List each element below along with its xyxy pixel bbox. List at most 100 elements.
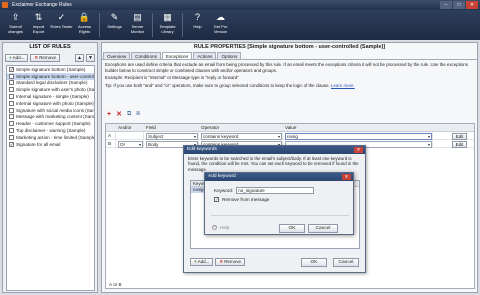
keyword-input[interactable]: no_signature (236, 187, 315, 194)
add-keyword-button[interactable]: + Add... (190, 258, 214, 266)
list-item[interactable]: Marketing action - time limited (Sample) (7, 134, 94, 141)
header-value: Value (285, 125, 297, 130)
rule-label: Internal signature - simple (Sample) (16, 94, 89, 100)
close-icon[interactable]: ✕ (354, 147, 363, 153)
tab-exceptions[interactable]: Exceptions (161, 52, 193, 59)
rule-label: Header - customer support (Sample) (16, 121, 91, 127)
list-item[interactable]: ✓ Signature for all email (7, 141, 94, 148)
tab-options[interactable]: Options (217, 52, 242, 59)
move-down-button[interactable]: ▼ (86, 53, 95, 62)
rule-enabled-checkbox[interactable] (9, 73, 14, 79)
rule-enabled-checkbox[interactable] (9, 94, 14, 100)
condition-toolbar: + ✕ ⧉ ⧈ (102, 109, 140, 119)
remove-rule-button[interactable]: ✕ Remove (30, 53, 60, 62)
list-item[interactable]: Signature with social media icons (Sam (7, 107, 94, 114)
toolbar-rules-tester-button[interactable]: ✓ Rules Tester (50, 10, 73, 40)
row-id: B (106, 140, 116, 147)
toolbar-server-monitor-button[interactable]: ▤ Server Monitor (126, 10, 149, 40)
rule-label: Top disclaimer - warning (Sample) (16, 128, 86, 134)
operator-select[interactable]: contains keyword (201, 132, 282, 140)
list-item[interactable]: Simple signature bottom - user-controlle… (7, 72, 94, 80)
rule-enabled-checkbox[interactable] (9, 107, 14, 113)
pro-icon: ☁ (216, 12, 225, 23)
toolbar-separator (99, 13, 100, 37)
ok-button[interactable]: OK (279, 224, 305, 233)
list-item[interactable]: ✓ Simple signature bottom (Sample) (7, 66, 94, 73)
field-select[interactable]: Subject (146, 132, 198, 140)
move-up-button[interactable]: ▲ (75, 53, 84, 62)
rule-enabled-checkbox[interactable] (9, 87, 14, 93)
rules-list: ✓ Simple signature bottom (Sample) Simple … (6, 65, 95, 291)
rule-enabled-checkbox[interactable]: ✓ (9, 141, 14, 147)
tab-conditions[interactable]: Conditions (131, 52, 161, 59)
maximize-button[interactable]: □ (453, 1, 465, 9)
list-item[interactable]: Internal signature - simple (Sample) (7, 93, 94, 100)
divider (211, 215, 349, 216)
plus-icon: + (194, 259, 197, 264)
add-rule-button[interactable]: + Add... (5, 53, 29, 62)
tab-actions[interactable]: Actions (193, 52, 217, 59)
help-icon: ? (194, 12, 200, 23)
cancel-button[interactable]: Cancel (333, 258, 359, 267)
row-id: A (106, 132, 116, 139)
toolbar-get-pro-button[interactable]: ☁ Get Pro Version (209, 10, 232, 40)
toolbar-access-rights-button[interactable]: 🔒 Access Rights (73, 10, 96, 40)
toolbar-help-button[interactable]: ? Help (186, 10, 209, 40)
tab-overview[interactable]: Overview (103, 52, 131, 59)
window-titlebar: Exclaimer Exchange Rules – □ ✕ (0, 0, 480, 10)
rule-label: Simple signature bottom (Sample) (16, 66, 86, 72)
remove-from-message-checkbox[interactable]: ✓ (214, 197, 219, 202)
edit-value-button[interactable]: Edit (452, 133, 467, 140)
rule-enabled-checkbox[interactable] (9, 80, 14, 86)
rule-enabled-checkbox[interactable]: ✓ (9, 66, 14, 72)
list-item[interactable]: Top disclaimer - warning (Sample) (7, 127, 94, 134)
rule-label: Signature with social media icons (Sam (16, 107, 94, 113)
list-item[interactable]: Internal signature with photo (Sample) (7, 100, 94, 107)
value-field[interactable]: nosig (285, 132, 432, 140)
rules-tester-icon: ✓ (57, 12, 66, 23)
rule-enabled-checkbox[interactable] (9, 128, 14, 134)
plus-icon: + (9, 54, 12, 60)
add-condition-icon[interactable]: + (107, 111, 111, 118)
toolbar-template-library-button[interactable]: ▦ Template Library (156, 10, 179, 40)
list-item[interactable]: Simple signature with user's photo (Sam (7, 86, 94, 93)
minimize-button[interactable]: – (440, 1, 452, 9)
exceptions-description: Exceptions are used define criteria that… (105, 62, 468, 88)
header-andor: And/or (118, 125, 132, 130)
list-item[interactable]: Standard legal disclaimer (Sample) (7, 80, 94, 87)
delete-condition-icon[interactable]: ✕ (116, 110, 122, 118)
edit-keywords-titlebar: Edit keywords ✕ (184, 146, 365, 154)
learn-more-link[interactable]: Learn more. (331, 83, 355, 88)
ungroup-icon[interactable]: ⧈ (136, 111, 140, 118)
close-button[interactable]: ✕ (466, 1, 478, 9)
rule-enabled-checkbox[interactable] (9, 134, 14, 140)
rule-enabled-checkbox[interactable] (9, 100, 14, 106)
close-icon[interactable]: ✕ (342, 174, 351, 180)
cancel-button[interactable]: Cancel (308, 224, 338, 233)
main-toolbar: ⇪ Submit changes ⇅ Import Export ✓ Rules Te… (0, 10, 480, 40)
toolbar-separator (152, 13, 153, 37)
rule-enabled-checkbox[interactable] (9, 114, 14, 120)
rules-panel: LIST OF RULES + Add... ✕ Remove ▲ ▼ ✓ Simpl… (2, 42, 98, 293)
wrench-icon: ✎ (110, 12, 119, 23)
expression-text: A or B (109, 282, 122, 287)
toolbar-import-export-button[interactable]: ⇅ Import Export (27, 10, 50, 40)
andor-select[interactable]: Or (118, 140, 143, 148)
group-icon[interactable]: ⧉ (127, 111, 131, 118)
library-icon: ▦ (163, 12, 172, 23)
header-operator: Operator (201, 125, 220, 130)
help-icon: ? (212, 225, 217, 230)
remove-from-message-label: Remove from message (222, 197, 270, 202)
list-item[interactable]: Header - customer support (Sample) (7, 120, 94, 127)
help-link[interactable]: ? Help (212, 225, 229, 230)
table-row[interactable]: A Subject contains keyword nosig (106, 132, 474, 140)
toolbar-settings-button[interactable]: ✎ Settings (103, 10, 126, 40)
ok-button[interactable]: OK (301, 258, 327, 267)
property-tabs: Overview Conditions Exceptions Actions Optio… (102, 52, 477, 60)
list-item[interactable]: Message with marketing content (Samp (7, 114, 94, 121)
remove-keyword-button[interactable]: ✕ Remove (215, 258, 245, 266)
rule-enabled-checkbox[interactable] (9, 121, 14, 127)
toolbar-submit-button[interactable]: ⇪ Submit changes (4, 10, 27, 40)
rule-label: Message with marketing content (Samp (16, 114, 94, 120)
edit-value-button[interactable]: Edit (452, 141, 467, 148)
